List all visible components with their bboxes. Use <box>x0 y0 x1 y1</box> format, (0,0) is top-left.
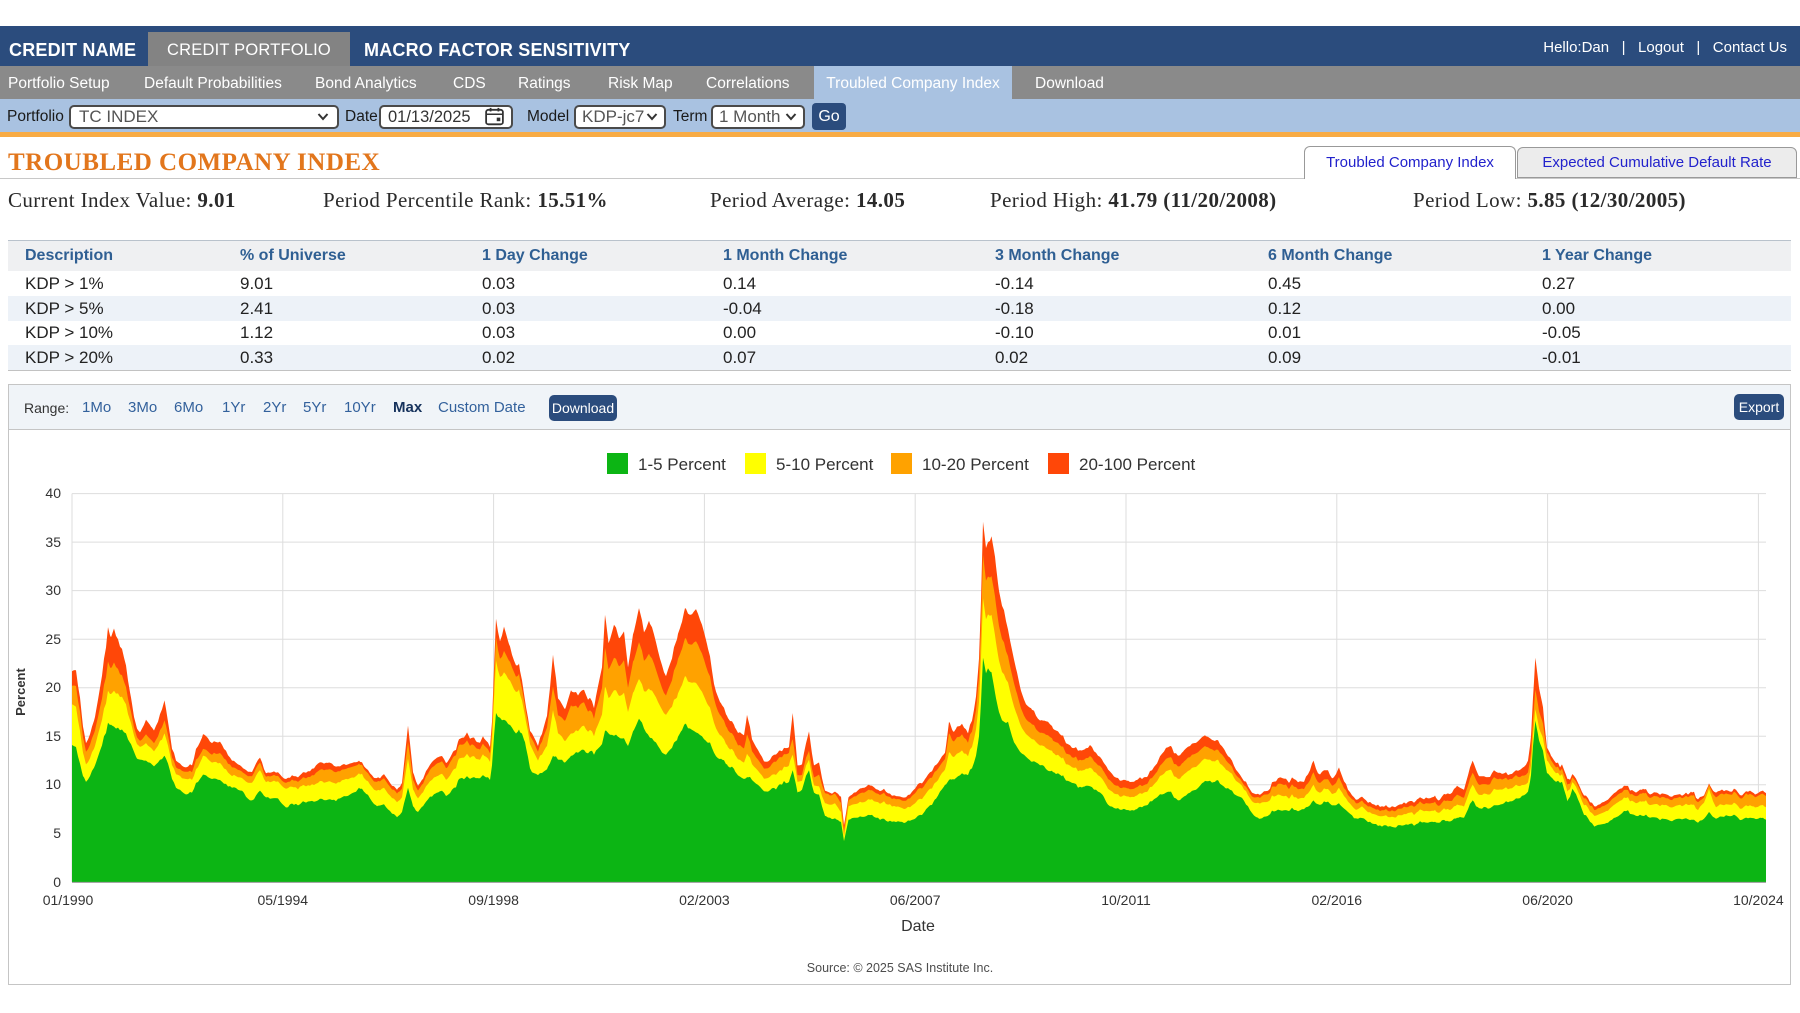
svg-text:06/2007: 06/2007 <box>890 892 941 908</box>
svg-text:40: 40 <box>45 485 61 501</box>
svg-text:01/1990: 01/1990 <box>43 892 94 908</box>
svg-text:Percent: Percent <box>13 667 28 715</box>
svg-text:5: 5 <box>53 825 61 841</box>
svg-text:20: 20 <box>45 679 61 695</box>
svg-text:09/1998: 09/1998 <box>468 892 519 908</box>
svg-text:0: 0 <box>53 874 61 890</box>
svg-text:Source: © 2025 SAS Institute I: Source: © 2025 SAS Institute Inc. <box>807 961 993 975</box>
svg-text:15: 15 <box>45 728 61 744</box>
svg-text:05/1994: 05/1994 <box>257 892 308 908</box>
svg-text:10/2011: 10/2011 <box>1101 892 1151 908</box>
svg-text:10: 10 <box>45 776 61 792</box>
svg-text:10-20 Percent: 10-20 Percent <box>922 455 1029 474</box>
svg-text:5-10 Percent: 5-10 Percent <box>776 455 874 474</box>
svg-text:10/2024: 10/2024 <box>1733 892 1784 908</box>
svg-text:20-100 Percent: 20-100 Percent <box>1079 455 1196 474</box>
svg-text:02/2016: 02/2016 <box>1311 892 1362 908</box>
svg-text:Date: Date <box>901 918 935 935</box>
svg-text:02/2003: 02/2003 <box>679 892 730 908</box>
svg-text:30: 30 <box>45 582 61 598</box>
svg-text:06/2020: 06/2020 <box>1522 892 1573 908</box>
svg-text:35: 35 <box>45 534 61 550</box>
svg-text:25: 25 <box>45 631 61 647</box>
svg-text:1-5 Percent: 1-5 Percent <box>638 455 726 474</box>
